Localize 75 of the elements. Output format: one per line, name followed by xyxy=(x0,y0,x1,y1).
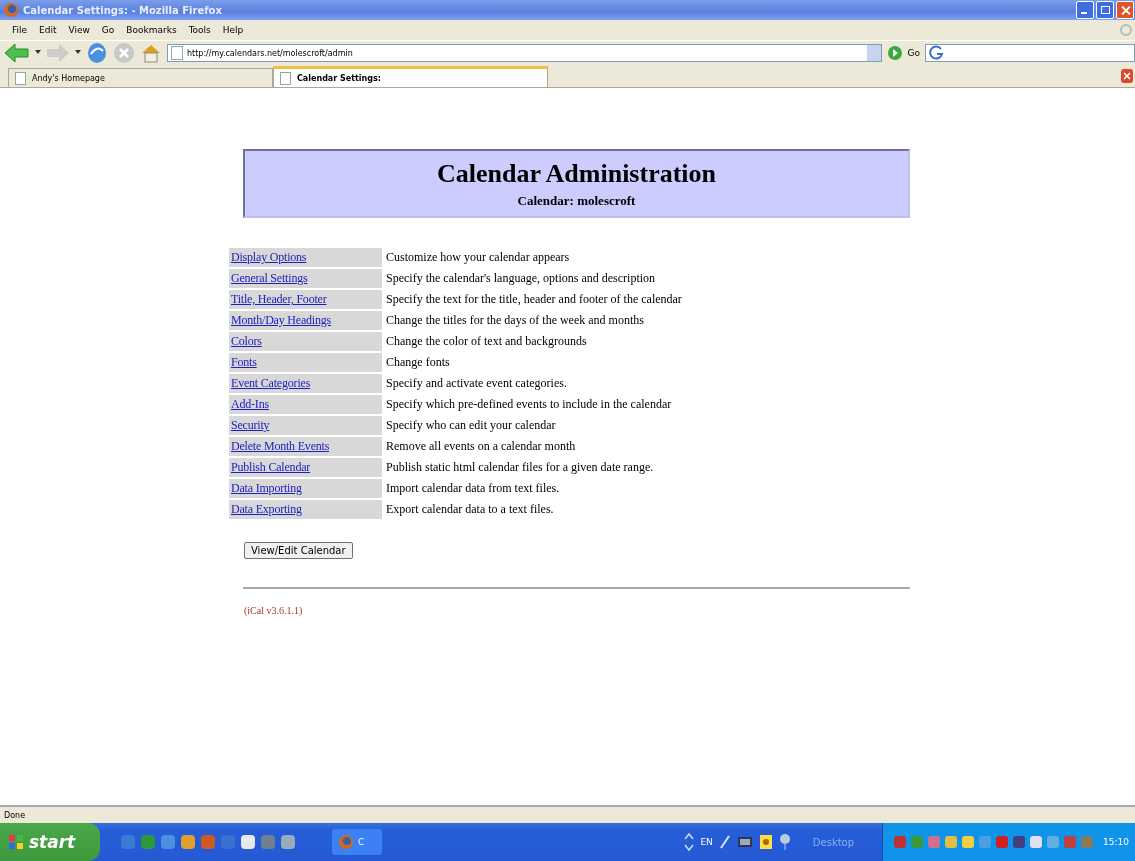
quick-launch-icon[interactable] xyxy=(180,834,196,850)
option-link[interactable]: General Settings xyxy=(231,271,308,285)
option-description: Specify the text for the title, header and footer of the calendar xyxy=(385,291,683,308)
close-button[interactable] xyxy=(1116,1,1134,19)
quick-launch-icon[interactable] xyxy=(240,834,256,850)
reload-icon[interactable] xyxy=(86,42,108,64)
page-icon xyxy=(15,71,26,85)
menu-item[interactable]: File xyxy=(6,25,34,35)
go-button[interactable]: Go xyxy=(907,48,920,58)
taskbar-button[interactable]: C xyxy=(332,829,382,855)
scroll-arrows-icon[interactable] xyxy=(684,831,695,853)
page-icon xyxy=(171,46,183,60)
option-description: Specify the calendar's language, options and description xyxy=(385,270,657,287)
quick-launch-icon[interactable] xyxy=(280,834,296,850)
tray-icon[interactable] xyxy=(1046,835,1061,849)
option-link[interactable]: Data Importing xyxy=(231,481,302,495)
language-indicator[interactable]: EN xyxy=(700,837,713,847)
option-description: Change fonts xyxy=(385,354,451,371)
status-text: Done xyxy=(4,810,26,820)
tray-icon[interactable] xyxy=(1080,835,1095,849)
version-text: (iCal v3.6.1.1) xyxy=(243,605,304,616)
close-tab-icon[interactable] xyxy=(1121,69,1133,83)
menu-item[interactable]: Bookmarks xyxy=(120,25,183,35)
go-icon[interactable] xyxy=(886,45,903,61)
option-link[interactable]: Title, Header, Footer xyxy=(231,292,327,306)
tray-icon[interactable] xyxy=(893,835,908,849)
window-title: Calendar Settings: - Mozilla Firefox xyxy=(23,4,223,16)
option-link[interactable]: Colors xyxy=(231,334,262,348)
menu-item[interactable]: Help xyxy=(216,25,250,35)
option-description: Specify and activate event categories. xyxy=(385,375,568,392)
option-link[interactable]: Event Categories xyxy=(231,376,311,390)
forward-arrow-icon[interactable] xyxy=(46,43,70,63)
page-title: Calendar Administration xyxy=(435,159,718,189)
page-subtitle: Calendar: molescroft xyxy=(516,193,637,209)
option-description: Export calendar data to a text files. xyxy=(385,501,555,518)
tray-icon[interactable] xyxy=(995,835,1010,849)
option-description: Customize how your calendar appears xyxy=(385,249,571,266)
view-edit-button[interactable]: View/Edit Calendar xyxy=(244,542,353,559)
tray-icon[interactable] xyxy=(961,835,976,849)
option-link[interactable]: Display Options xyxy=(231,250,307,264)
clock: 15:10 xyxy=(1103,837,1129,847)
page-icon xyxy=(280,71,291,85)
option-description: Specify which pre-defined events to include in the calendar xyxy=(385,396,673,413)
home-icon[interactable] xyxy=(140,42,162,64)
tray-icon[interactable] xyxy=(1012,835,1027,849)
minimize-button[interactable] xyxy=(1076,1,1094,19)
search-field[interactable] xyxy=(925,44,1135,62)
back-arrow-icon[interactable] xyxy=(4,43,30,63)
menu-item[interactable]: View xyxy=(62,25,96,35)
restore-button[interactable] xyxy=(1096,1,1114,19)
option-link[interactable]: Publish Calendar xyxy=(231,460,311,474)
windows-logo-icon xyxy=(8,834,24,850)
stop-icon[interactable] xyxy=(113,42,135,64)
search-engine-icon xyxy=(929,45,945,61)
menu-item[interactable]: Tools xyxy=(182,25,217,35)
option-description: Specify who can edit your calendar xyxy=(385,417,557,434)
option-link[interactable]: Security xyxy=(231,418,270,432)
browser-tab[interactable]: Andy's Homepage xyxy=(8,68,273,87)
option-link[interactable]: Month/Day Headings xyxy=(231,313,332,327)
option-link[interactable]: Data Exporting xyxy=(231,502,302,516)
option-link[interactable]: Delete Month Events xyxy=(231,439,330,453)
option-description: Change the titles for the days of the week and months xyxy=(385,312,645,329)
tray-icon[interactable] xyxy=(944,835,959,849)
tray-icon[interactable] xyxy=(1029,835,1044,849)
option-description: Import calendar data from text files. xyxy=(385,480,561,497)
option-description: Remove all events on a calendar month xyxy=(385,438,577,455)
browser-tab[interactable]: Calendar Settings: xyxy=(273,66,548,87)
tray-icon[interactable] xyxy=(1063,835,1078,849)
option-description: Publish static html calendar files for a given date range. xyxy=(385,459,655,476)
menu-item[interactable]: Go xyxy=(95,25,121,35)
menu-item[interactable]: Edit xyxy=(33,25,63,35)
option-link[interactable]: Fonts xyxy=(231,355,257,369)
address-field[interactable]: http://my.calendars.net/molescroft/admin xyxy=(167,44,882,62)
option-description: Change the color of text and backgrounds xyxy=(385,333,588,350)
option-link[interactable]: Add-Ins xyxy=(231,397,269,411)
